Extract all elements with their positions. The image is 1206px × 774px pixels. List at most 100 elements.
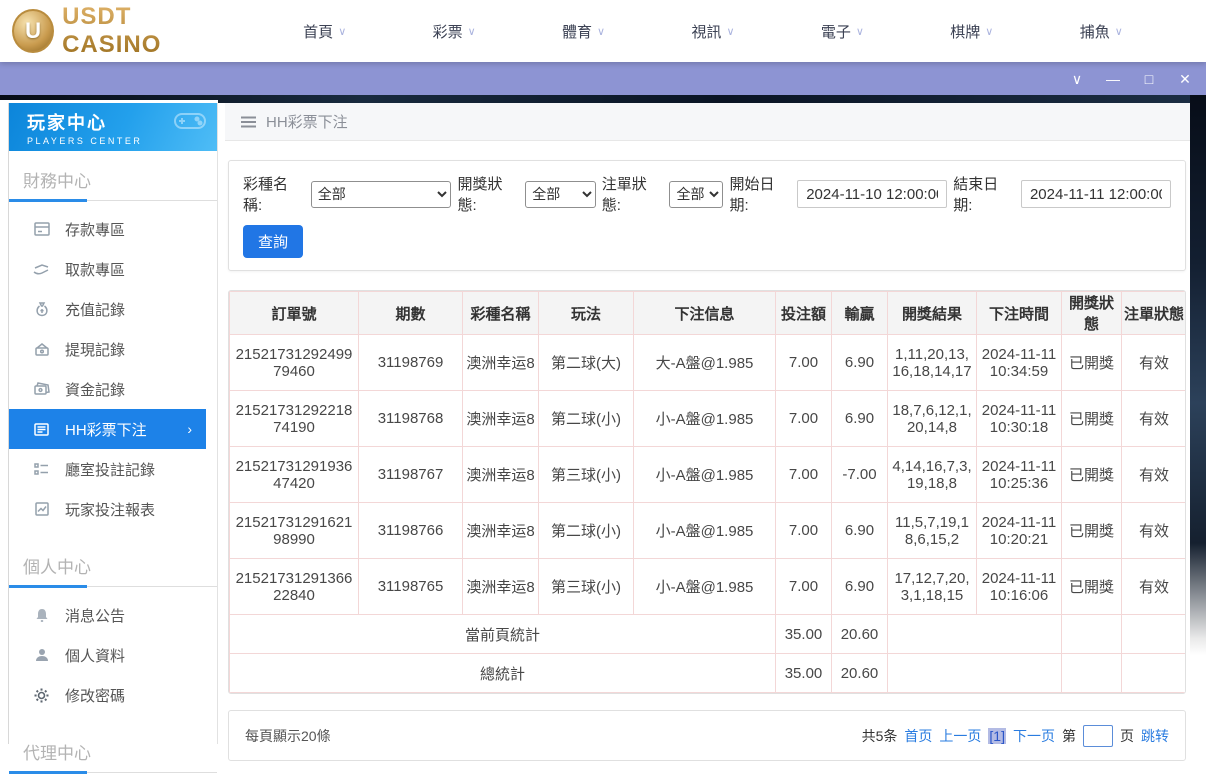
sidebar-item-change-password[interactable]: 修改密碼	[9, 675, 217, 715]
sidebar-item-label: 充值記錄	[65, 301, 126, 319]
cell-lottery-name: 澳洲幸运8	[462, 334, 539, 391]
sidebar-item-deposit[interactable]: 存款專區	[9, 209, 217, 249]
bets-table-panel: 訂單號 期數 彩種名稱 玩法 下注信息 投注額 輸贏 開獎結果 下注時間 開獎狀…	[228, 290, 1186, 694]
sidebar-item-withdrawal-record[interactable]: 提現記錄	[9, 329, 217, 369]
summary-empty	[1061, 614, 1122, 654]
cell-order-no: 2152173129162198990	[229, 502, 359, 559]
current-page-indicator: [1]	[988, 727, 1006, 744]
first-page-link[interactable]: 首页	[904, 726, 932, 746]
pagination-bar: 每頁顯示20條 共5条 首页 上一页 [1] 下一页 第 页 跳转	[228, 710, 1186, 761]
hall-bet-record-icon	[33, 461, 50, 478]
brand-logo-icon: U	[12, 9, 55, 53]
sidebar-item-withdraw[interactable]: 取款專區	[9, 249, 217, 289]
bets-table: 訂單號 期數 彩種名稱 玩法 下注信息 投注額 輸贏 開獎結果 下注時間 開獎狀…	[229, 291, 1185, 693]
sidebar-item-label: 消息公告	[65, 607, 126, 625]
next-page-link[interactable]: 下一页	[1013, 726, 1055, 746]
cell-draw-result: 1,11,20,13,16,18,14,17	[887, 334, 977, 391]
col-header-bet-info: 下注信息	[633, 291, 776, 335]
cell-order-status: 有效	[1121, 502, 1185, 559]
cell-play-type: 第三球(小)	[538, 446, 634, 503]
sidebar-item-label: 修改密碼	[65, 687, 126, 705]
chevron-right-icon: ›	[187, 421, 192, 437]
window-dropdown-icon[interactable]: ∨	[1066, 72, 1088, 86]
summary-row-total: 總統計 35.00 20.60	[229, 653, 1185, 693]
summary-bet-amount: 35.00	[775, 614, 832, 654]
cell-bet-time: 2024-11-11 10:30:18	[976, 390, 1062, 447]
nav-item-slots[interactable]: 電子 ∨	[821, 21, 864, 42]
cell-issue: 31198768	[358, 390, 463, 447]
end-date-input[interactable]	[1020, 180, 1171, 208]
cell-order-no: 2152173129193647420	[229, 446, 359, 503]
summary-empty	[887, 653, 1062, 693]
summary-empty	[1121, 614, 1185, 654]
summary-empty	[1121, 653, 1185, 693]
menu-icon[interactable]	[241, 116, 256, 128]
filter-panel: 彩種名稱: 全部 開獎狀態: 全部 注單狀態: 全部 開始日期: 結束日期: 查…	[228, 160, 1186, 271]
summary-winloss: 20.60	[831, 653, 888, 693]
cell-play-type: 第二球(大)	[538, 334, 634, 391]
sidebar-item-recharge-record[interactable]: 充值記錄	[9, 289, 217, 329]
player-report-icon	[33, 501, 50, 518]
sidebar-item-label: 提現記錄	[65, 341, 126, 359]
table-row: 2152173129162198990 31198766 澳洲幸运8 第二球(小…	[229, 502, 1185, 559]
sidebar-item-announcements[interactable]: 消息公告	[9, 595, 217, 635]
sidebar-item-label: 玩家投注報表	[65, 501, 156, 519]
lottery-name-select[interactable]: 全部	[310, 180, 452, 208]
table-row: 2152173129221874190 31198768 澳洲幸运8 第二球(小…	[229, 390, 1185, 447]
deposit-icon	[33, 221, 50, 238]
search-button[interactable]: 查詢	[243, 225, 304, 258]
players-center-subtitle: PLAYERS CENTER	[27, 136, 143, 146]
cell-draw-result: 4,14,16,7,3,19,18,8	[887, 446, 977, 503]
cell-bet-amount: 7.00	[775, 446, 832, 503]
start-date-input[interactable]	[797, 180, 948, 208]
nav-item-home[interactable]: 首頁 ∨	[303, 21, 346, 42]
cell-winloss: 6.90	[831, 390, 888, 447]
col-header-lottery-name: 彩種名稱	[462, 291, 539, 335]
summary-empty	[1061, 653, 1122, 693]
order-status-select[interactable]: 全部	[669, 180, 724, 208]
sidebar-item-hall-bet-record[interactable]: 廳室投註記錄	[9, 449, 217, 489]
sidebar-item-label: 取款專區	[65, 261, 126, 279]
sidebar-item-profile[interactable]: 個人資料	[9, 635, 217, 675]
cell-draw-result: 11,5,7,19,18,6,15,2	[887, 502, 977, 559]
window-close-icon[interactable]: ✕	[1174, 72, 1196, 86]
brand-logo: U USDT CASINO	[0, 3, 230, 59]
sidebar-item-funds-record[interactable]: 資金記錄	[9, 369, 217, 409]
sidebar-item-label: 存款專區	[65, 221, 126, 239]
draw-status-select[interactable]: 全部	[525, 180, 596, 208]
cell-bet-amount: 7.00	[775, 390, 832, 447]
total-count-text: 共5条	[861, 727, 898, 744]
nav-item-fishing[interactable]: 捕魚 ∨	[1080, 21, 1123, 42]
window-maximize-icon[interactable]: □	[1138, 72, 1160, 86]
cell-order-status: 有效	[1121, 390, 1185, 447]
sidebar-item-player-report[interactable]: 玩家投注報表	[9, 489, 217, 529]
cell-winloss: 6.90	[831, 502, 888, 559]
nav-item-label: 捕魚	[1079, 23, 1110, 41]
col-header-draw-status: 開獎狀態	[1061, 291, 1122, 335]
order-status-label: 注單狀態:	[601, 176, 647, 214]
sidebar-item-hh-lottery-bet[interactable]: HH彩票下注 ›	[9, 409, 206, 449]
finance-menu: 存款專區 取款專區 充值記錄 提現記錄 資金記錄 HH彩票下注 › 廳室投註記錄…	[9, 201, 217, 537]
nav-item-lottery[interactable]: 彩票 ∨	[433, 21, 476, 42]
nav-item-sports[interactable]: 體育 ∨	[562, 21, 605, 42]
summary-bet-amount: 35.00	[775, 653, 832, 693]
cell-order-no: 2152173129249979460	[229, 334, 359, 391]
cell-order-status: 有效	[1121, 446, 1185, 503]
section-underline	[9, 585, 217, 588]
window-minimize-icon[interactable]: —	[1102, 72, 1124, 86]
cell-draw-status: 已開獎	[1061, 390, 1122, 447]
breadcrumb: HH彩票下注	[225, 103, 1190, 141]
nav-item-label: 電子	[820, 23, 851, 41]
nav-item-cards[interactable]: 棋牌 ∨	[950, 21, 993, 42]
cell-draw-result: 18,7,6,12,1,20,14,8	[887, 390, 977, 447]
prev-page-link[interactable]: 上一页	[939, 726, 981, 746]
chevron-down-icon: ∨	[985, 25, 994, 38]
jump-button[interactable]: 跳转	[1141, 726, 1169, 746]
nav-item-live[interactable]: 視訊 ∨	[691, 21, 734, 42]
cell-draw-status: 已開獎	[1061, 502, 1122, 559]
cell-bet-info: 小-A盤@1.985	[633, 446, 776, 503]
cell-draw-status: 已開獎	[1061, 446, 1122, 503]
cell-bet-time: 2024-11-11 10:16:06	[976, 558, 1062, 615]
cell-bet-amount: 7.00	[775, 558, 832, 615]
page-jump-input[interactable]	[1083, 724, 1113, 747]
